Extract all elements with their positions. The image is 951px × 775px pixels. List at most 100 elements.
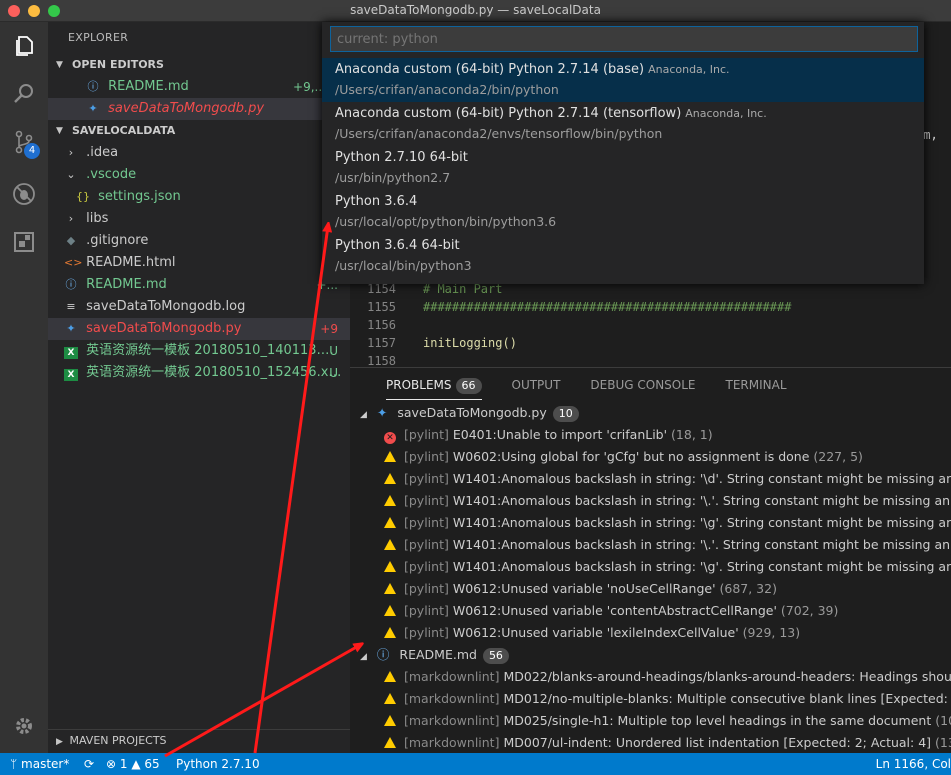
debug-activity[interactable]	[0, 170, 48, 218]
problem-item[interactable]: [markdownlint] MD022/blanks-around-headi…	[384, 666, 951, 688]
chevron-down-icon: ⌄	[66, 168, 76, 181]
warning-icon	[384, 473, 396, 484]
tree-item-gitignore[interactable]: ◆ .gitignore	[48, 230, 350, 252]
maven-projects-header[interactable]: ▶ MAVEN PROJECTS	[48, 729, 350, 751]
python-interpreter-selector[interactable]: Python 2.7.10	[176, 753, 260, 775]
chevron-down-icon: ◢	[360, 410, 367, 420]
quick-pick-item[interactable]: Anaconda custom (64-bit) Python 2.7.14 (…	[322, 102, 924, 146]
open-editors-header[interactable]: ▼ OPEN EDITORS	[48, 54, 350, 76]
problem-item[interactable]: ✕ [pylint] E0401:Unable to import 'crifan…	[384, 424, 713, 446]
problem-file-group[interactable]: ◢ ⓘ README.md 56	[360, 644, 509, 666]
excel-file-icon: X	[64, 347, 78, 359]
tab-output[interactable]: OUTPUT	[512, 376, 561, 400]
python-file-icon: ✦	[88, 102, 98, 115]
problem-item[interactable]: [pylint] W0602:Using global for 'gCfg' b…	[384, 446, 863, 468]
settings-gear-icon	[16, 718, 32, 734]
code-line: 1158	[367, 354, 396, 367]
problem-file-group[interactable]: ◢ ✦ saveDataToMongodb.py 10	[360, 402, 579, 424]
tree-item-libs[interactable]: › libs	[48, 208, 350, 230]
problem-item[interactable]: [pylint] W0612:Unused variable 'noUseCel…	[384, 578, 777, 600]
problem-item[interactable]: [pylint] W1401:Anomalous backslash in st…	[384, 512, 951, 534]
problem-item[interactable]: [pylint] W1401:Anomalous backslash in st…	[384, 534, 951, 556]
warning-icon	[384, 451, 396, 462]
tab-debug-console[interactable]: DEBUG CONSOLE	[590, 376, 695, 400]
info-icon: ⓘ	[65, 278, 77, 291]
cursor-position[interactable]: Ln 1166, Col	[876, 753, 951, 775]
git-branch-item[interactable]: ᛘ master*	[10, 753, 69, 775]
activity-bar: 4	[0, 22, 48, 753]
tree-item-idea[interactable]: › .idea	[48, 142, 350, 164]
quick-pick-item[interactable]: Anaconda custom (64-bit) Python 2.7.14 (…	[322, 58, 924, 102]
window-title: saveDataToMongodb.py — saveLocalData	[350, 3, 601, 17]
excel-file-icon: X	[64, 369, 78, 381]
problem-item[interactable]: [pylint] W1401:Anomalous backslash in st…	[384, 490, 951, 512]
manage-activity[interactable]	[0, 702, 48, 750]
status-bar: ᛘ master* ⟳ ⊗ 1 ▲ 65 Python 2.7.10 Ln 11…	[0, 753, 951, 775]
warning-icon	[384, 605, 396, 616]
quick-pick-item[interactable]: Python 2.7.10 64-bit /usr/bin/python2.7	[322, 146, 924, 190]
tree-item-settings-json[interactable]: {} settings.json	[48, 186, 350, 208]
problem-item[interactable]: [pylint] W1401:Anomalous backslash in st…	[384, 556, 951, 578]
explorer-title: EXPLORER	[68, 31, 129, 44]
extensions-activity[interactable]	[0, 218, 48, 266]
warning-icon	[384, 737, 396, 748]
open-editor-item[interactable]: ⓘ README.md +9,...	[48, 76, 350, 98]
source-control-activity[interactable]: 4	[0, 118, 48, 166]
quick-pick-item[interactable]: Python 3.6.4 64-bit /usr/local/bin/pytho…	[322, 234, 924, 278]
problems-count-badge: 66	[455, 378, 482, 394]
problem-item[interactable]: [markdownlint] MD012/no-multiple-blanks:…	[384, 688, 951, 710]
code-line: 1157 initLogging()	[367, 336, 517, 350]
code-line: 1155 ####################################…	[367, 300, 792, 314]
folder-header[interactable]: ▼ SAVELOCALDATA	[48, 120, 350, 142]
python-file-icon: ✦	[66, 322, 76, 335]
chevron-down-icon: ▼	[56, 60, 63, 70]
tree-item-readme-md[interactable]: ⓘ README.md +...	[48, 274, 350, 296]
quick-pick-item[interactable]: Python 3.6.4 /usr/local/opt/python/bin/p…	[322, 190, 924, 234]
tree-item-log[interactable]: ≡ saveDataToMongodb.log	[48, 296, 350, 318]
warning-icon	[384, 671, 396, 682]
search-activity[interactable]	[0, 70, 48, 118]
log-file-icon: ≡	[66, 300, 76, 313]
interpreter-quick-pick: Anaconda custom (64-bit) Python 2.7.14 (…	[322, 22, 924, 284]
git-file-icon: ◆	[66, 234, 76, 247]
info-icon: ⓘ	[376, 647, 390, 662]
tree-item-py[interactable]: ✦ saveDataToMongodb.py +9	[48, 318, 350, 340]
problem-item[interactable]: [pylint] W0612:Unused variable 'contentA…	[384, 600, 838, 622]
warning-icon	[384, 495, 396, 506]
error-icon: ⊗	[106, 757, 117, 771]
chevron-right-icon: ›	[68, 212, 74, 225]
chevron-right-icon: ›	[68, 146, 74, 159]
problem-item[interactable]: [markdownlint] MD025/single-h1: Multiple…	[384, 710, 951, 732]
info-icon: ⓘ	[87, 80, 99, 93]
problem-item[interactable]: [markdownlint] MD007/ul-indent: Unordere…	[384, 732, 951, 753]
debug-icon	[13, 183, 35, 205]
warning-icon	[384, 693, 396, 704]
warning-icon	[384, 561, 396, 572]
title-bar: saveDataToMongodb.py — saveLocalData	[0, 0, 951, 22]
extensions-icon	[14, 232, 34, 252]
git-branch-icon: ᛘ	[10, 757, 18, 771]
bottom-panel: PROBLEMS 66 OUTPUT DEBUG CONSOLE TERMINAL…	[350, 367, 951, 753]
open-editor-item[interactable]: ✦ saveDataToMongodb.py	[48, 98, 350, 120]
tree-item-vscode[interactable]: ⌄ .vscode	[48, 164, 350, 186]
scm-badge: 4	[24, 143, 40, 159]
chevron-down-icon: ◢	[360, 652, 367, 662]
explorer-activity[interactable]	[0, 22, 48, 70]
problem-count-badge: 56	[482, 648, 509, 664]
tab-terminal[interactable]: TERMINAL	[726, 376, 787, 400]
chevron-right-icon: ▶	[56, 737, 63, 747]
problem-item[interactable]: [pylint] W0612:Unused variable 'lexileIn…	[384, 622, 800, 644]
sync-icon[interactable]: ⟳	[84, 753, 94, 775]
error-icon: ✕	[384, 432, 396, 444]
tree-item-xlsx[interactable]: X 英语资源统一模板 20180510_152456.x… U	[48, 362, 350, 384]
problem-item[interactable]: [pylint] W1401:Anomalous backslash in st…	[384, 468, 951, 490]
warning-icon	[384, 583, 396, 594]
code-line: 1156	[367, 318, 396, 332]
problems-status-item[interactable]: ⊗ 1 ▲ 65	[106, 753, 160, 775]
tree-item-readme-html[interactable]: <> README.html	[48, 252, 350, 274]
search-icon	[14, 84, 33, 103]
quick-pick-input[interactable]	[330, 26, 918, 52]
tree-item-xlsx[interactable]: X 英语资源统一模板 20180510_140113.… U	[48, 340, 350, 362]
tab-problems[interactable]: PROBLEMS 66	[386, 376, 482, 400]
warning-icon	[384, 517, 396, 528]
